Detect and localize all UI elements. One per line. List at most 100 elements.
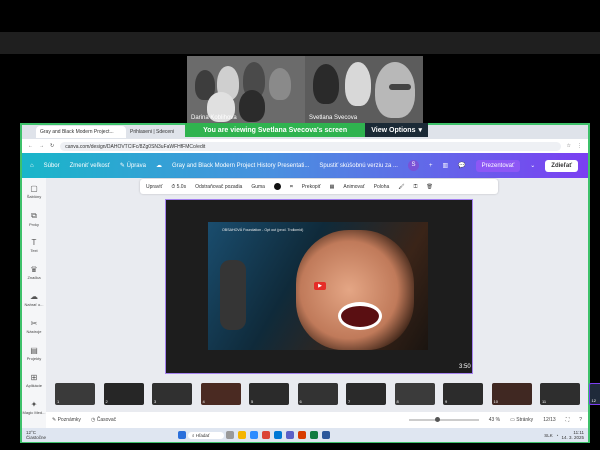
notes-button[interactable]: ✎ Poznámky: [52, 417, 81, 423]
animate-button[interactable]: Animovať: [343, 184, 364, 190]
sidebar-item-elements[interactable]: ⧉ Prvky: [22, 211, 46, 227]
analytics-icon[interactable]: ▥: [442, 162, 448, 169]
add-icon[interactable]: +: [429, 163, 433, 169]
slide-number: 3: [154, 399, 157, 404]
clock[interactable]: 11:11 14. 3. 2025: [561, 430, 584, 440]
chrome-icon[interactable]: [261, 431, 270, 439]
browser-tab[interactable]: Gray and Black Modern Project...: [36, 126, 126, 138]
wifi-icon[interactable]: ◔: [556, 433, 559, 438]
file-menu[interactable]: Súbor: [44, 163, 60, 169]
home-icon[interactable]: ⌂: [30, 163, 34, 169]
sidebar-item-templates[interactable]: ▢ Šablóny: [22, 184, 46, 199]
sidebar-item-brand[interactable]: ♛ Značka: [22, 265, 46, 280]
slide-thumbnail[interactable]: 9: [443, 383, 483, 405]
word-icon[interactable]: [321, 431, 330, 439]
share-button[interactable]: Zdieľať: [545, 159, 579, 172]
slide-thumbnail[interactable]: 2: [103, 383, 144, 405]
edit-menu[interactable]: ✎ Úprava: [120, 162, 146, 169]
start-icon[interactable]: [178, 431, 187, 439]
background-remover-button[interactable]: Odstraňovač pozadia: [195, 184, 242, 190]
fullscreen-icon[interactable]: ⛶: [566, 417, 570, 423]
sidebar-item-tools[interactable]: ✂ Nástroje: [22, 319, 46, 334]
position-button[interactable]: Poloha: [374, 184, 390, 190]
crop-icon[interactable]: ⌗: [290, 184, 293, 190]
help-icon[interactable]: ?: [579, 417, 582, 423]
video-element[interactable]: ▶ OBSAHOVÁ Foundation - Opt out (prod. T…: [208, 222, 428, 350]
language-indicator[interactable]: SLK: [544, 433, 553, 438]
meeting-toolbar: [0, 32, 600, 54]
teams-icon[interactable]: [285, 431, 294, 439]
resize-button[interactable]: Zmeniť veľkosť: [70, 163, 110, 169]
transparency-icon[interactable]: ▦: [330, 184, 335, 190]
slide-thumbnail[interactable]: 5: [249, 383, 289, 405]
document-title[interactable]: Gray and Black Modern Project History Pr…: [172, 163, 309, 169]
pages-button[interactable]: ▭ Stránky: [510, 417, 533, 423]
taskbar-search[interactable]: ⌕ Hľadať: [188, 431, 224, 439]
pages-label: Stránky: [516, 417, 534, 423]
task-view-icon[interactable]: [225, 431, 234, 439]
url-field[interactable]: canva.com/design/DAHOVTCIFc/8Zg0SN3uFaWF…: [60, 141, 561, 151]
edit-button[interactable]: Upraviť: [146, 184, 162, 190]
file-explorer-icon[interactable]: [237, 431, 246, 439]
reload-icon[interactable]: ↻: [50, 143, 54, 149]
browser-tab[interactable]: Prihlaseni | Sdeceni: [126, 126, 186, 138]
slideshow-trial-button[interactable]: Spustiť skúšobnú verziu za ...: [319, 163, 398, 169]
slide-thumbnail[interactable]: 8: [394, 383, 435, 405]
zoom-level[interactable]: 43 %: [489, 417, 500, 423]
tools-icon: ✂: [30, 319, 38, 328]
menu-icon[interactable]: ⋮: [577, 143, 582, 149]
sidebar-item-magic[interactable]: ✦ Magic Med...: [22, 400, 46, 415]
slide-thumbnail[interactable]: 3: [152, 383, 192, 405]
duration-button[interactable]: ⏱ 5.0s: [171, 184, 186, 190]
present-options-icon[interactable]: ⌄: [530, 162, 535, 169]
sidebar-item-apps[interactable]: ⊞ Aplikácie: [22, 373, 46, 388]
zoom-slider-knob[interactable]: [434, 417, 440, 422]
sidebar-item-label: Značka: [27, 275, 41, 280]
slide-thumbnail[interactable]: 6: [297, 383, 338, 405]
sidebar-item-uploads[interactable]: ☁ Nahrať o...: [22, 292, 46, 307]
timer-button[interactable]: ◷ Časovač: [91, 417, 116, 423]
eraser-button[interactable]: Guma: [251, 184, 265, 190]
participant-tile[interactable]: Darina Koblihova: [187, 56, 305, 124]
slide-number: 6: [299, 399, 302, 404]
forward-icon[interactable]: →: [39, 143, 44, 149]
edge-icon[interactable]: [273, 431, 282, 439]
slide-thumbnail[interactable]: 12: [588, 383, 600, 405]
slide-number: 8: [396, 399, 399, 404]
zoom-slider[interactable]: [408, 417, 479, 422]
participant-name: Darina Koblihova: [191, 115, 237, 121]
upload-icon: ☁: [30, 292, 38, 301]
slide-thumbnail[interactable]: 7: [346, 383, 386, 405]
slide-thumbnail[interactable]: 10: [491, 383, 532, 405]
excel-icon[interactable]: [309, 431, 318, 439]
powerpoint-icon[interactable]: [297, 431, 306, 439]
windows-taskbar: 12°C Čiastočne ⌕ Hľadať SLK ◔ 11:11 14. …: [22, 428, 588, 442]
view-options-button[interactable]: View Options ▾: [365, 123, 428, 137]
user-avatar[interactable]: S: [407, 160, 419, 171]
slide-thumbnail[interactable]: 1: [55, 383, 95, 405]
taskbar-search-label: Hľadať: [195, 432, 210, 438]
singer-face-image: [296, 230, 414, 350]
back-icon[interactable]: ←: [28, 143, 33, 149]
present-button[interactable]: Prezentovať: [475, 159, 521, 172]
comment-icon[interactable]: 💬: [458, 162, 465, 169]
slide-number: 5: [251, 399, 254, 404]
sidebar-item-text[interactable]: T Text: [22, 238, 46, 253]
bookmark-icon[interactable]: ☆: [567, 143, 571, 149]
page-counter: 12/13: [543, 417, 556, 423]
delete-icon[interactable]: 🗑: [426, 184, 432, 190]
youtube-play-icon[interactable]: ▶: [314, 282, 326, 290]
crop-button[interactable]: Prekopiť: [302, 184, 321, 190]
lock-icon[interactable]: ⚿: [414, 184, 418, 190]
zoom-app-icon[interactable]: [249, 431, 258, 439]
weather-widget[interactable]: 12°C Čiastočne: [26, 430, 46, 440]
sidebar-item-projects[interactable]: ▤ Projekty: [22, 346, 46, 361]
paint-format-icon[interactable]: 🖌: [398, 184, 404, 190]
color-swatch[interactable]: [273, 183, 281, 190]
participant-tile[interactable]: Svetlana Svecova: [305, 56, 423, 124]
sidebar-item-label: Magic Med...: [22, 410, 46, 415]
cloud-save-icon[interactable]: ☁: [156, 162, 162, 169]
slide-thumbnail[interactable]: 11: [540, 383, 580, 405]
slide-thumbnail[interactable]: 4: [200, 383, 241, 405]
microphone-image: [220, 260, 246, 330]
